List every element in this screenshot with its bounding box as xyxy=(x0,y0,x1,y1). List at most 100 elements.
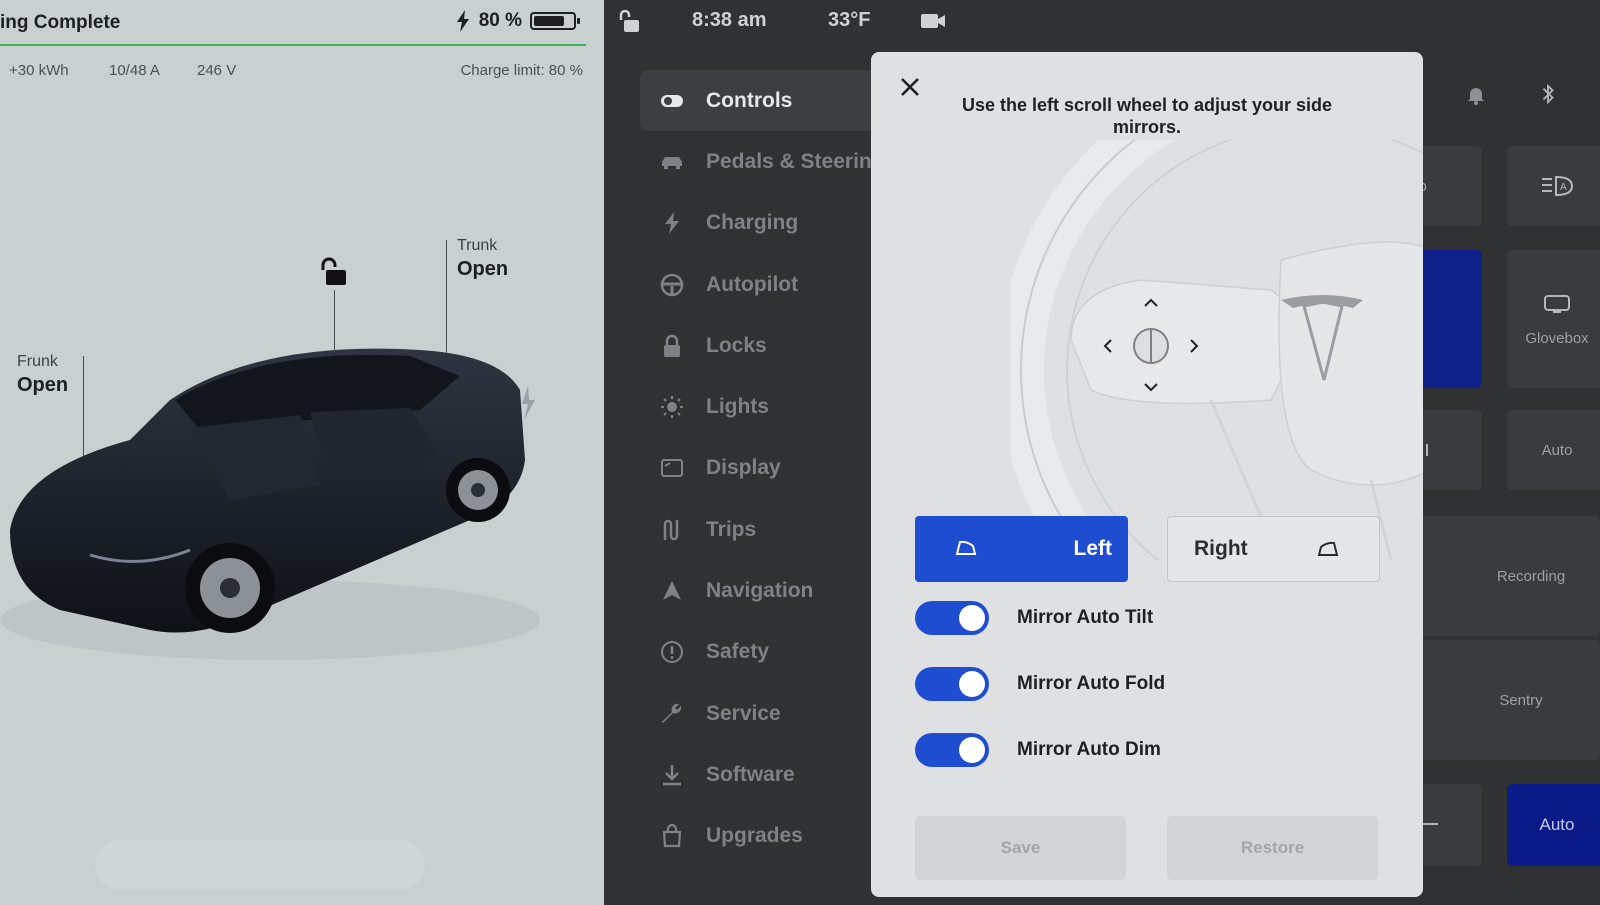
car-image xyxy=(0,348,540,660)
mirror-auto-tilt-toggle[interactable] xyxy=(915,601,989,635)
glovebox-tile[interactable]: Glovebox xyxy=(1507,250,1600,388)
navigation-icon xyxy=(663,581,681,601)
menu-item-display[interactable]: Display xyxy=(640,438,900,499)
auto-headlights-icon: A xyxy=(1542,175,1574,197)
toggle-knob xyxy=(959,671,985,697)
menu-item-charging[interactable]: Charging xyxy=(640,193,900,254)
right-mirror-icon xyxy=(1317,541,1339,556)
mirror-auto-dim-label: Mirror Auto Dim xyxy=(1017,739,1161,760)
trips-icon xyxy=(663,519,679,540)
auto-blue-tile[interactable]: Auto xyxy=(1507,784,1600,866)
outside-temperature: 33°F xyxy=(828,9,871,31)
mirror-auto-fold-label: Mirror Auto Fold xyxy=(1017,673,1166,694)
right-mirror-button[interactable]: Right xyxy=(1167,516,1380,582)
menu-item-label: Lights xyxy=(706,395,769,419)
bolt-icon xyxy=(665,212,679,235)
unlock-icon[interactable] xyxy=(618,9,640,33)
auto-wiper-tile[interactable]: Auto xyxy=(1507,410,1600,490)
toggle-icon xyxy=(661,94,683,107)
menu-item-controls[interactable]: Controls xyxy=(640,70,900,132)
mirror-auto-fold-row: Mirror Auto Fold xyxy=(915,666,1165,702)
charging-status-title: ing Complete xyxy=(0,12,121,33)
alert-icon xyxy=(661,641,683,664)
menu-item-label: Autopilot xyxy=(706,272,799,296)
wrench-icon xyxy=(662,703,682,723)
menu-item-locks[interactable]: Locks xyxy=(640,315,900,376)
right-mirror-label: Right xyxy=(1194,537,1248,560)
steering-wheel-icon xyxy=(660,273,684,296)
tile-label: Auto xyxy=(1539,815,1575,834)
mirror-auto-tilt-row: Mirror Auto Tilt xyxy=(915,600,1153,636)
mirror-side-selector: Left Right xyxy=(915,516,1380,582)
top-status-bar: 8:38 am 33°F xyxy=(604,0,1600,44)
settings-menu: Controls Pedals & Steering Charging Auto… xyxy=(640,70,900,867)
mirror-adjust-modal: Use the left scroll wheel to adjust your… xyxy=(871,52,1423,897)
mirror-auto-tilt-label: Mirror Auto Tilt xyxy=(1017,607,1154,628)
display-icon xyxy=(661,459,683,478)
lock-icon xyxy=(664,334,680,357)
toggle-knob xyxy=(959,737,985,763)
tile-label: Recording xyxy=(1496,567,1566,585)
tile-label: Auto xyxy=(1541,441,1573,459)
menu-item-label: Safety xyxy=(706,640,770,664)
car-icon xyxy=(662,156,682,169)
trunk-state: Open xyxy=(457,258,509,280)
menu-item-label: Locks xyxy=(706,333,767,357)
save-button[interactable]: Save xyxy=(915,816,1126,880)
dashcam-icon[interactable] xyxy=(920,12,946,30)
unlock-icon[interactable] xyxy=(318,256,350,288)
menu-item-label: Trips xyxy=(706,517,757,541)
toggle-knob xyxy=(959,605,985,631)
menu-item-label: Controls xyxy=(706,88,793,112)
menu-item-upgrades[interactable]: Upgrades xyxy=(640,806,900,867)
auto-headlights-tile[interactable]: A xyxy=(1507,146,1600,226)
menu-item-autopilot[interactable]: Autopilot xyxy=(640,254,900,315)
menu-item-safety[interactable]: Safety xyxy=(640,622,900,683)
menu-item-label: Service xyxy=(706,701,781,725)
charging-status-bar: ing Complete 80 % xyxy=(0,0,586,46)
menu-item-trips[interactable]: Trips xyxy=(640,499,900,560)
battery-indicator: 80 % xyxy=(455,10,580,32)
left-mirror-icon xyxy=(955,540,977,555)
glovebox-icon xyxy=(1544,294,1570,313)
menu-item-pedals-steering[interactable]: Pedals & Steering xyxy=(640,131,900,192)
restore-button[interactable]: Restore xyxy=(1167,816,1378,880)
menu-item-label: Pedals & Steering xyxy=(706,149,885,173)
bag-icon xyxy=(662,824,682,848)
close-icon[interactable] xyxy=(895,72,925,102)
menu-item-lights[interactable]: Lights xyxy=(640,376,900,437)
battery-icon xyxy=(530,12,580,30)
menu-item-label: Upgrades xyxy=(706,824,803,848)
steering-wheel-illustration xyxy=(1011,140,1423,560)
left-mirror-label: Left xyxy=(1073,537,1113,560)
mirror-auto-fold-toggle[interactable] xyxy=(915,667,989,701)
battery-nub xyxy=(577,18,580,24)
charging-bolt-icon xyxy=(456,10,469,32)
menu-item-navigation[interactable]: Navigation xyxy=(640,560,900,621)
ghost-toast xyxy=(95,840,425,890)
svg-text:A: A xyxy=(1560,182,1567,193)
trunk-caption: Trunk xyxy=(457,237,498,254)
sun-icon xyxy=(661,396,683,419)
charge-current: 10/48 A xyxy=(109,62,160,79)
charge-voltage: 246 V xyxy=(197,62,237,79)
trunk-control[interactable]: Trunk Open xyxy=(457,237,508,281)
menu-item-software[interactable]: Software xyxy=(640,744,900,805)
menu-item-service[interactable]: Service xyxy=(640,683,900,744)
bell-icon[interactable] xyxy=(1466,85,1486,105)
car-status-panel: ing Complete 80 % +30 kWh 10/48 A 246 V … xyxy=(0,0,604,905)
charge-limit: Charge limit: 80 % xyxy=(460,62,583,79)
mirror-auto-dim-toggle[interactable] xyxy=(915,733,989,767)
menu-item-label: Display xyxy=(706,456,781,480)
charge-energy: +30 kWh xyxy=(9,62,69,79)
menu-item-label: Charging xyxy=(706,211,799,235)
charging-stats: +30 kWh 10/48 A 246 V Charge limit: 80 % xyxy=(0,60,586,82)
bluetooth-icon[interactable] xyxy=(1539,82,1557,106)
modal-instruction: Use the left scroll wheel to adjust your… xyxy=(961,95,1333,137)
clock: 8:38 am xyxy=(692,9,767,31)
mirror-auto-dim-row: Mirror Auto Dim xyxy=(915,732,1161,768)
left-mirror-button[interactable]: Left xyxy=(915,516,1128,582)
battery-percent: 80 % xyxy=(478,10,522,31)
menu-item-label: Software xyxy=(706,762,795,786)
battery-fill xyxy=(534,16,564,26)
